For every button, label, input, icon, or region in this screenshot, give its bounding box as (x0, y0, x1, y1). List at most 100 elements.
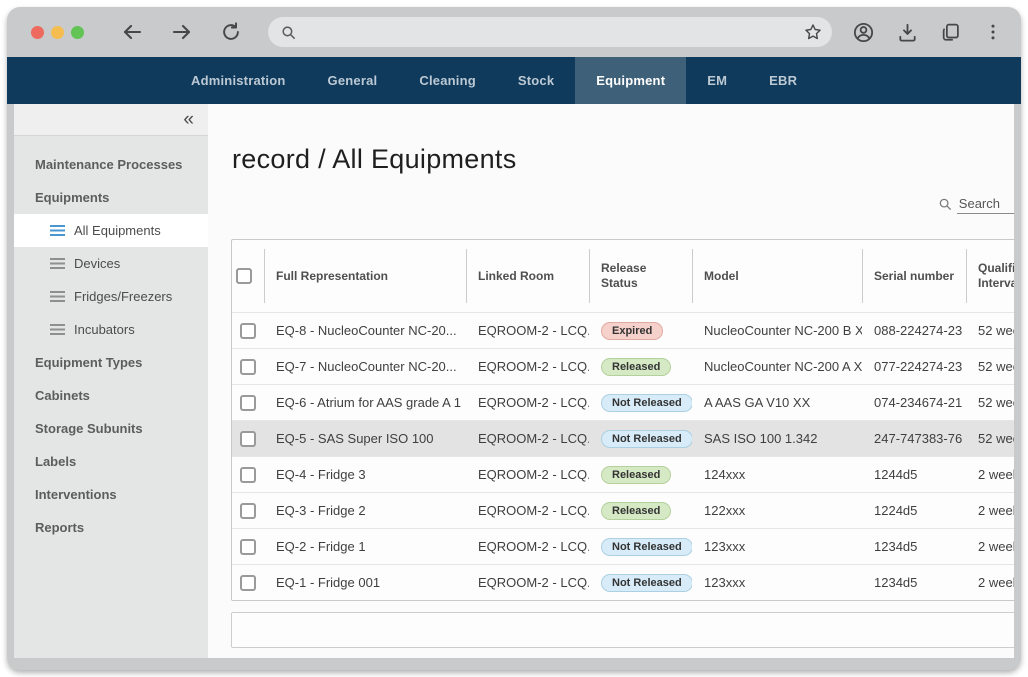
room-link[interactable]: EQROOM-2 - LCQ.. (478, 575, 589, 590)
room-link[interactable]: EQROOM-2 - LCQ.. (478, 323, 589, 338)
serial-cell: 1234d5 (862, 575, 966, 590)
serial-cell: 1234d5 (862, 539, 966, 554)
bookmark-star-icon[interactable] (803, 22, 823, 42)
room-link[interactable]: EQROOM-2 - LCQ.. (478, 431, 589, 446)
equipment-table: Full Representation Linked Room Release … (231, 239, 1014, 601)
sidebar-item-fridges-freezers[interactable]: Fridges/Freezers (14, 280, 208, 313)
tab-general[interactable]: General (307, 57, 399, 104)
column-header-model[interactable]: Model (692, 240, 862, 312)
room-link[interactable]: EQROOM-2 - LCQ.. (478, 467, 589, 482)
row-checkbox[interactable] (240, 467, 256, 483)
minimize-window-button[interactable] (51, 26, 64, 39)
model-cell: NucleoCounter NC-200 A XX (692, 359, 862, 374)
close-window-button[interactable] (31, 26, 44, 39)
serial-cell: 247-747383-76 (862, 431, 966, 446)
column-header-full-representation[interactable]: Full Representation (264, 240, 466, 312)
tab-administration[interactable]: Administration (170, 57, 307, 104)
model-cell: SAS ISO 100 1.342 (692, 431, 862, 446)
status-badge: Not Released (601, 538, 692, 556)
tab-equipment[interactable]: Equipment (575, 57, 686, 104)
select-all-checkbox[interactable] (236, 268, 252, 284)
interval-cell: 52 weeks (966, 395, 1014, 410)
main-content: record / All Equipments Search Full Repr… (208, 104, 1014, 658)
interval-cell: 2 weeks (966, 575, 1014, 590)
list-icon (50, 291, 65, 302)
reload-icon[interactable] (220, 21, 242, 43)
search-input[interactable]: Search (957, 196, 1014, 214)
room-link[interactable]: EQROOM-2 - LCQ.. (478, 539, 589, 554)
serial-cell: 077-224274-23 (862, 359, 966, 374)
sidebar-item-all-equipments[interactable]: All Equipments (14, 214, 208, 247)
table-row[interactable]: EQ-4 - Fridge 3 EQROOM-2 - LCQ.. Release… (232, 456, 1014, 492)
sidebar-item-reports[interactable]: Reports (14, 511, 208, 544)
sidebar-item-incubators[interactable]: Incubators (14, 313, 208, 346)
chrome-actions (852, 21, 1003, 44)
download-icon[interactable] (896, 21, 919, 44)
column-header-qualification-interval[interactable]: Qualification Interval (966, 240, 1014, 312)
zoom-window-button[interactable] (71, 26, 84, 39)
sidebar-item-equipments[interactable]: Equipments (14, 181, 208, 214)
equipment-link[interactable]: EQ-7 - NucleoCounter NC-20... (276, 359, 457, 374)
tab-stock[interactable]: Stock (497, 57, 575, 104)
menu-dots-icon[interactable] (983, 22, 1003, 42)
room-link[interactable]: EQROOM-2 - LCQ.. (478, 395, 589, 410)
sidebar-item-equipment-types[interactable]: Equipment Types (14, 346, 208, 379)
table-footer (231, 612, 1014, 648)
table-row[interactable]: EQ-1 - Fridge 001 EQROOM-2 - LCQ.. Not R… (232, 564, 1014, 600)
row-checkbox[interactable] (240, 359, 256, 375)
interval-cell: 52 weeks (966, 359, 1014, 374)
tab-cleaning[interactable]: Cleaning (398, 57, 497, 104)
address-bar[interactable] (268, 17, 832, 47)
row-checkbox[interactable] (240, 539, 256, 555)
equipment-link[interactable]: EQ-3 - Fridge 2 (276, 503, 366, 518)
table-row[interactable]: EQ-6 - Atrium for AAS grade A 1 EQROOM-2… (232, 384, 1014, 420)
model-cell: 122xxx (692, 503, 862, 518)
serial-cell: 1224d5 (862, 503, 966, 518)
equipment-link[interactable]: EQ-8 - NucleoCounter NC-20... (276, 323, 457, 338)
row-checkbox[interactable] (240, 323, 256, 339)
sidebar-item-devices[interactable]: Devices (14, 247, 208, 280)
row-checkbox[interactable] (240, 503, 256, 519)
equipment-link[interactable]: EQ-5 - SAS Super ISO 100 (276, 431, 434, 446)
room-link[interactable]: EQROOM-2 - LCQ.. (478, 503, 589, 518)
search-icon (938, 197, 952, 214)
column-header-linked-room[interactable]: Linked Room (466, 240, 589, 312)
column-header-release-status[interactable]: Release Status (589, 240, 692, 312)
equipment-link[interactable]: EQ-4 - Fridge 3 (276, 467, 366, 482)
list-icon (50, 324, 65, 335)
row-checkbox[interactable] (240, 431, 256, 447)
table-row[interactable]: EQ-7 - NucleoCounter NC-20... EQROOM-2 -… (232, 348, 1014, 384)
equipment-link[interactable]: EQ-2 - Fridge 1 (276, 539, 366, 554)
forward-icon[interactable] (170, 20, 194, 44)
table-row[interactable]: EQ-3 - Fridge 2 EQROOM-2 - LCQ.. Release… (232, 492, 1014, 528)
table-header-row: Full Representation Linked Room Release … (232, 240, 1014, 312)
interval-cell: 2 weeks (966, 467, 1014, 482)
tabs-icon[interactable] (940, 21, 962, 43)
sidebar-item-interventions[interactable]: Interventions (14, 478, 208, 511)
model-cell: 124xxx (692, 467, 862, 482)
row-checkbox[interactable] (240, 395, 256, 411)
status-badge: Released (601, 466, 671, 484)
status-badge: Not Released (601, 430, 692, 448)
search-icon (280, 24, 297, 41)
room-link[interactable]: EQROOM-2 - LCQ.. (478, 359, 589, 374)
tab-em[interactable]: EM (686, 57, 748, 104)
profile-icon[interactable] (852, 21, 875, 44)
table-row[interactable]: EQ-2 - Fridge 1 EQROOM-2 - LCQ.. Not Rel… (232, 528, 1014, 564)
sidebar-item-labels[interactable]: Labels (14, 445, 208, 478)
column-header-serial-number[interactable]: Serial number (862, 240, 966, 312)
table-row[interactable]: EQ-8 - NucleoCounter NC-20... EQROOM-2 -… (232, 312, 1014, 348)
model-cell: NucleoCounter NC-200 B XX (692, 323, 862, 338)
table-row[interactable]: EQ-5 - SAS Super ISO 100 EQROOM-2 - LCQ.… (232, 420, 1014, 456)
tab-ebr[interactable]: EBR (748, 57, 818, 104)
sidebar-item-maintenance-processes[interactable]: Maintenance Processes (14, 148, 208, 181)
table-search[interactable]: Search (938, 196, 1014, 214)
select-all-checkbox-cell (232, 240, 264, 312)
collapse-sidebar-icon[interactable]: « (183, 110, 194, 129)
equipment-link[interactable]: EQ-1 - Fridge 001 (276, 575, 380, 590)
sidebar-item-cabinets[interactable]: Cabinets (14, 379, 208, 412)
row-checkbox[interactable] (240, 575, 256, 591)
back-icon[interactable] (120, 20, 144, 44)
sidebar-item-storage-subunits[interactable]: Storage Subunits (14, 412, 208, 445)
equipment-link[interactable]: EQ-6 - Atrium for AAS grade A 1 (276, 395, 461, 410)
